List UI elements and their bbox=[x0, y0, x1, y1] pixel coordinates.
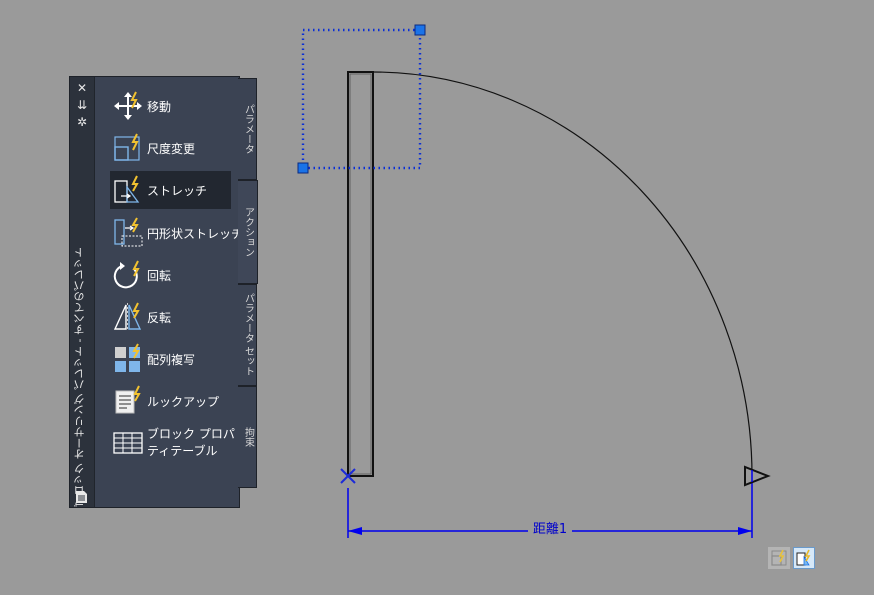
action-label: ブロック プロパ ティテーブル bbox=[147, 427, 235, 458]
properties-page-icon[interactable] bbox=[75, 489, 88, 503]
action-item-stretch[interactable]: ストレッチ bbox=[110, 171, 231, 209]
settings-icon[interactable]: ✲ bbox=[74, 115, 90, 129]
action-item-array[interactable]: 配列複写 bbox=[110, 340, 231, 378]
close-icon[interactable]: ✕ bbox=[74, 81, 90, 95]
tab-parameter-sets[interactable]: パラメータ セット bbox=[238, 284, 257, 386]
tab-parameters[interactable]: パラメータ bbox=[238, 78, 257, 180]
stretch-action-icon bbox=[114, 175, 140, 203]
auto-hide-icon[interactable]: ⇊ bbox=[74, 98, 90, 112]
action-label: ルックアップ bbox=[147, 395, 220, 409]
stretch-badge-icon[interactable] bbox=[793, 547, 815, 569]
action-item-polar-stretch[interactable]: 円形状ストレッチ bbox=[110, 214, 243, 252]
action-label: ストレッチ bbox=[147, 184, 208, 198]
action-item-lookup[interactable]: ルックアップ bbox=[110, 382, 231, 420]
dimension-arrow-right bbox=[738, 527, 752, 535]
action-item-move[interactable]: 移動 bbox=[110, 87, 231, 125]
scale-badge-icon[interactable] bbox=[768, 547, 790, 569]
action-label: 配列複写 bbox=[147, 353, 196, 367]
door-panel[interactable] bbox=[347, 71, 374, 477]
tab-actions[interactable]: アクション bbox=[238, 180, 258, 284]
action-label: 円形状ストレッチ bbox=[147, 227, 244, 241]
block-properties-table-icon bbox=[113, 432, 143, 454]
door-arc[interactable] bbox=[372, 71, 753, 477]
block-authoring-palette[interactable]: ✕ ⇊ ✲ ブロック オーサリング パレット - すべてのパレット 移動 尺度変… bbox=[69, 76, 243, 508]
action-item-flip[interactable]: 反転 bbox=[110, 298, 231, 336]
action-label: 反転 bbox=[147, 311, 172, 325]
action-label: 尺度変更 bbox=[147, 142, 196, 156]
move-action-icon bbox=[114, 91, 142, 120]
action-item-rotate[interactable]: 回転 bbox=[110, 256, 231, 294]
dimension-arrow-left bbox=[348, 527, 362, 535]
scale-action-icon bbox=[114, 133, 140, 161]
action-label: 移動 bbox=[147, 100, 172, 114]
action-item-scale[interactable]: 尺度変更 bbox=[110, 129, 231, 167]
palette-title: ブロック オーサリング パレット - すべてのパレット bbox=[73, 247, 86, 507]
grip-top-right[interactable] bbox=[414, 24, 426, 36]
stretch-frame[interactable] bbox=[301, 28, 422, 170]
rotate-action-icon bbox=[113, 260, 140, 289]
action-label: 回転 bbox=[147, 269, 172, 283]
flip-action-icon bbox=[113, 302, 142, 331]
parameter-arrow-grip[interactable] bbox=[744, 465, 771, 487]
palette-tabs: パラメータ アクション パラメータ セット 拘束 bbox=[238, 78, 258, 490]
lookup-action-icon bbox=[115, 385, 141, 414]
dimension-label[interactable]: 距離1 bbox=[528, 521, 572, 539]
grip-bottom-left[interactable] bbox=[297, 162, 309, 174]
tab-constraints[interactable]: 拘束 bbox=[238, 386, 257, 488]
action-item-block-properties-table[interactable]: ブロック プロパ ティテーブル bbox=[110, 423, 235, 461]
polar-stretch-action-icon bbox=[114, 217, 143, 247]
array-action-icon bbox=[115, 343, 140, 372]
palette-title-bar[interactable]: ✕ ⇊ ✲ ブロック オーサリング パレット - すべてのパレット bbox=[70, 77, 95, 507]
